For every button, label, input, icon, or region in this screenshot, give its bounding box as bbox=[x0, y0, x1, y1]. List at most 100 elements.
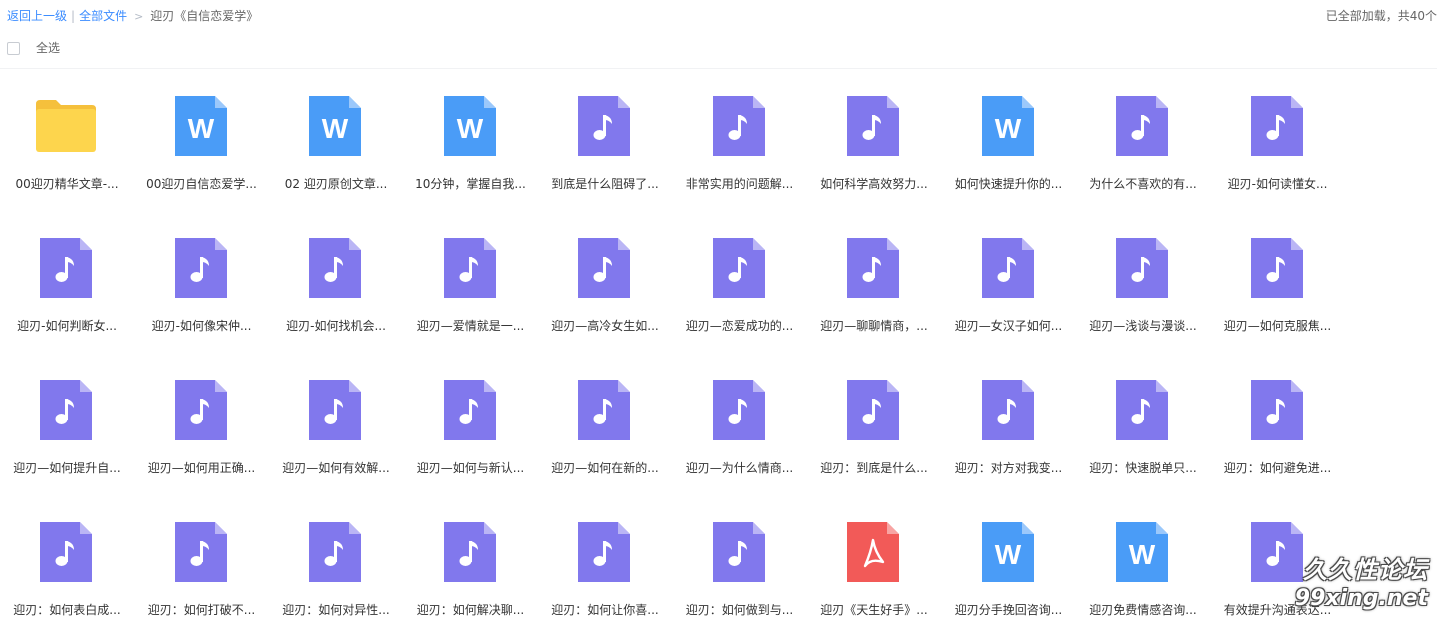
file-name[interactable]: 迎刃—如何克服焦... bbox=[1213, 318, 1343, 334]
file-item[interactable]: 迎刃—如何有效解... bbox=[269, 364, 403, 494]
file-item[interactable]: 迎刃-如何读懂女... bbox=[1211, 80, 1345, 210]
file-name[interactable]: 迎刃：如何让你喜... bbox=[540, 602, 670, 618]
file-name[interactable]: 迎刃—如何在新的... bbox=[540, 460, 670, 476]
file-name[interactable]: 迎刃《天生好手》... bbox=[809, 602, 939, 618]
pdf-icon bbox=[843, 522, 903, 582]
file-item[interactable]: 迎刃《天生好手》... bbox=[807, 506, 941, 636]
file-name[interactable]: 有效提升沟通表达... bbox=[1213, 602, 1343, 618]
file-name[interactable]: 迎刃：如何对异性... bbox=[271, 602, 401, 618]
file-item[interactable]: 迎刃—恋爱成功的... bbox=[673, 222, 807, 352]
file-item[interactable]: 迎刃—如何与新认... bbox=[404, 364, 538, 494]
file-name[interactable]: 迎刃：快速脱单只... bbox=[1078, 460, 1208, 476]
file-item[interactable]: 迎刃—如何克服焦... bbox=[1211, 222, 1345, 352]
file-name[interactable]: 00迎刃自信恋爱学... bbox=[137, 176, 267, 192]
file-item[interactable]: W 10分钟，掌握自我... bbox=[404, 80, 538, 210]
file-item[interactable]: W 02 迎刃原创文章... bbox=[269, 80, 403, 210]
file-item[interactable]: 迎刃：如何做到与... bbox=[673, 506, 807, 636]
file-name[interactable]: 如何科学高效努力... bbox=[809, 176, 939, 192]
file-item[interactable]: 迎刃-如何判断女... bbox=[0, 222, 134, 352]
file-name[interactable]: 00迎刃精华文章-... bbox=[2, 176, 132, 192]
file-item[interactable]: 如何科学高效努力... bbox=[807, 80, 941, 210]
file-item[interactable]: 为什么不喜欢的有... bbox=[1076, 80, 1210, 210]
file-item[interactable]: 迎刃—女汉子如何... bbox=[942, 222, 1076, 352]
file-name[interactable]: 迎刃—浅谈与漫谈... bbox=[1078, 318, 1208, 334]
file-item[interactable]: 迎刃：如何表白成... bbox=[0, 506, 134, 636]
file-name[interactable]: 迎刃：如何做到与... bbox=[675, 602, 805, 618]
audio-file-icon bbox=[709, 238, 769, 298]
file-item[interactable]: 迎刃：如何对异性... bbox=[269, 506, 403, 636]
back-link[interactable]: 返回上一级 bbox=[7, 9, 67, 23]
breadcrumb-arrow: > bbox=[134, 10, 144, 23]
file-item[interactable]: 00迎刃精华文章-... bbox=[0, 80, 134, 210]
audio-file-icon bbox=[171, 522, 231, 582]
audio-file-icon bbox=[440, 380, 500, 440]
audio-file-icon bbox=[978, 380, 1038, 440]
file-item[interactable]: 迎刃—爱情就是一... bbox=[404, 222, 538, 352]
file-item[interactable]: 迎刃：对方对我变... bbox=[942, 364, 1076, 494]
audio-file-icon bbox=[171, 380, 231, 440]
file-item[interactable]: 有效提升沟通表达... bbox=[1211, 506, 1345, 636]
file-item[interactable]: 迎刃—为什么情商... bbox=[673, 364, 807, 494]
file-item[interactable]: W 迎刃分手挽回咨询... bbox=[942, 506, 1076, 636]
file-name[interactable]: 为什么不喜欢的有... bbox=[1078, 176, 1208, 192]
file-name[interactable]: 迎刃：如何表白成... bbox=[2, 602, 132, 618]
file-name[interactable]: 02 迎刃原创文章... bbox=[271, 176, 401, 192]
file-item[interactable]: 到底是什么阻碍了... bbox=[538, 80, 672, 210]
file-item[interactable]: 迎刃：如何打破不... bbox=[135, 506, 269, 636]
file-item[interactable]: 迎刃：快速脱单只... bbox=[1076, 364, 1210, 494]
file-item[interactable]: 迎刃—高冷女生如... bbox=[538, 222, 672, 352]
file-item[interactable]: 迎刃—浅谈与漫谈... bbox=[1076, 222, 1210, 352]
file-item[interactable]: 迎刃：如何解决聊... bbox=[404, 506, 538, 636]
file-name[interactable]: 迎刃：到底是什么... bbox=[809, 460, 939, 476]
file-name[interactable]: 迎刃—恋爱成功的... bbox=[675, 318, 805, 334]
file-name[interactable]: 迎刃—为什么情商... bbox=[675, 460, 805, 476]
file-name[interactable]: 迎刃—爱情就是一... bbox=[406, 318, 536, 334]
svg-text:W: W bbox=[187, 113, 214, 144]
file-name[interactable]: 迎刃：如何解决聊... bbox=[406, 602, 536, 618]
file-name[interactable]: 迎刃—如何有效解... bbox=[271, 460, 401, 476]
file-item[interactable]: 迎刃：如何让你喜... bbox=[538, 506, 672, 636]
audio-file-icon bbox=[843, 380, 903, 440]
audio-file-icon bbox=[36, 380, 96, 440]
audio-file-icon bbox=[978, 238, 1038, 298]
audio-file-icon bbox=[843, 238, 903, 298]
file-name[interactable]: 迎刃免费情感咨询... bbox=[1078, 602, 1208, 618]
select-all-label[interactable]: 全选 bbox=[36, 40, 60, 56]
audio-file-icon bbox=[1112, 238, 1172, 298]
file-name[interactable]: 迎刃-如何读懂女... bbox=[1213, 176, 1343, 192]
file-item[interactable]: 迎刃-如何找机会... bbox=[269, 222, 403, 352]
all-files-link[interactable]: 全部文件 bbox=[79, 9, 127, 23]
file-item[interactable]: 迎刃—如何用正确... bbox=[135, 364, 269, 494]
file-name[interactable]: 迎刃-如何找机会... bbox=[271, 318, 401, 334]
file-name[interactable]: 迎刃分手挽回咨询... bbox=[944, 602, 1074, 618]
file-name[interactable]: 迎刃-如何判断女... bbox=[2, 318, 132, 334]
file-item[interactable]: W 迎刃免费情感咨询... bbox=[1076, 506, 1210, 636]
file-item[interactable]: 迎刃：到底是什么... bbox=[807, 364, 941, 494]
file-item[interactable]: 迎刃—如何在新的... bbox=[538, 364, 672, 494]
file-name[interactable]: 迎刃—如何与新认... bbox=[406, 460, 536, 476]
file-name[interactable]: 迎刃：如何打破不... bbox=[137, 602, 267, 618]
file-name[interactable]: 非常实用的问题解... bbox=[675, 176, 805, 192]
file-name[interactable]: 迎刃—如何用正确... bbox=[137, 460, 267, 476]
audio-file-icon bbox=[574, 96, 634, 156]
file-name[interactable]: 10分钟，掌握自我... bbox=[406, 176, 536, 192]
file-name[interactable]: 迎刃：如何避免进... bbox=[1213, 460, 1343, 476]
file-item[interactable]: 迎刃：如何避免进... bbox=[1211, 364, 1345, 494]
file-item[interactable]: 迎刃—聊聊情商，... bbox=[807, 222, 941, 352]
file-name[interactable]: 迎刃—聊聊情商，... bbox=[809, 318, 939, 334]
file-name[interactable]: 迎刃—女汉子如何... bbox=[944, 318, 1074, 334]
file-name[interactable]: 如何快速提升你的... bbox=[944, 176, 1074, 192]
file-name[interactable]: 迎刃-如何像宋仲... bbox=[137, 318, 267, 334]
file-item[interactable]: 迎刃—如何提升自... bbox=[0, 364, 134, 494]
file-name[interactable]: 迎刃—如何提升自... bbox=[2, 460, 132, 476]
file-name[interactable]: 到底是什么阻碍了... bbox=[540, 176, 670, 192]
svg-text:W: W bbox=[994, 113, 1021, 144]
file-name[interactable]: 迎刃—高冷女生如... bbox=[540, 318, 670, 334]
file-item[interactable]: W 00迎刃自信恋爱学... bbox=[135, 80, 269, 210]
file-item[interactable]: W 如何快速提升你的... bbox=[942, 80, 1076, 210]
file-item[interactable]: 非常实用的问题解... bbox=[673, 80, 807, 210]
file-item[interactable]: 迎刃-如何像宋仲... bbox=[135, 222, 269, 352]
select-all-checkbox[interactable] bbox=[7, 42, 20, 55]
file-name[interactable]: 迎刃：对方对我变... bbox=[944, 460, 1074, 476]
audio-file-icon bbox=[36, 522, 96, 582]
